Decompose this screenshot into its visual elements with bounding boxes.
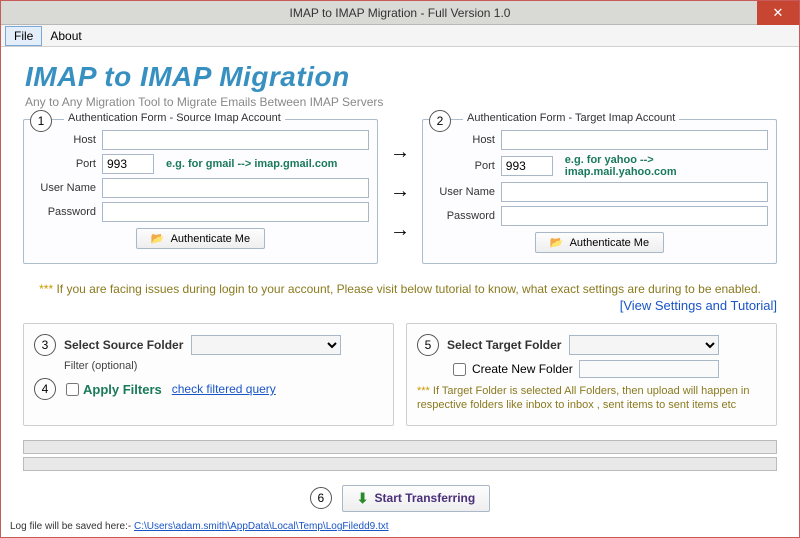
target-user-label: User Name <box>431 186 495 198</box>
target-auth-panel: 2 Authentication Form - Target Imap Acco… <box>422 119 777 264</box>
progress-bar-2 <box>23 457 777 471</box>
source-auth-button[interactable]: 📂 Authenticate Me <box>136 228 265 249</box>
app-title: IMAP to IMAP Migration <box>25 61 775 93</box>
download-icon: ⬇ <box>357 490 369 507</box>
create-folder-input[interactable] <box>579 360 719 378</box>
folder-icon: 📂 <box>151 232 165 245</box>
target-note: *** If Target Folder is selected All Fol… <box>417 384 766 413</box>
log-line: Log file will be saved here:- C:\Users\a… <box>2 517 397 536</box>
source-hint: e.g. for gmail --> imap.gmail.com <box>166 158 337 170</box>
target-host-input[interactable] <box>501 130 768 150</box>
progress-bar-1 <box>23 440 777 454</box>
source-host-input[interactable] <box>102 130 369 150</box>
issues-stars: *** <box>39 282 53 296</box>
step-badge-4: 4 <box>34 378 56 400</box>
source-port-input[interactable] <box>102 154 154 174</box>
tutorial-link[interactable]: [View Settings and Tutorial] <box>620 298 777 313</box>
issues-body: If you are facing issues during login to… <box>53 282 761 296</box>
target-hint: e.g. for yahoo --> imap.mail.yahoo.com <box>565 154 768 178</box>
target-note-stars: *** <box>417 385 430 397</box>
source-host-label: Host <box>32 134 96 146</box>
filter-title: Filter (optional) <box>64 360 383 372</box>
create-folder-checkbox[interactable] <box>453 363 466 376</box>
close-button[interactable]: ✕ <box>757 1 799 25</box>
start-transferring-button[interactable]: ⬇ Start Transferring <box>342 485 490 512</box>
window-title: IMAP to IMAP Migration - Full Version 1.… <box>1 6 799 20</box>
titlebar: IMAP to IMAP Migration - Full Version 1.… <box>1 1 799 25</box>
apply-filters-label: Apply Filters <box>83 382 162 397</box>
target-port-label: Port <box>431 160 495 172</box>
check-filtered-link[interactable]: check filtered query <box>172 382 276 396</box>
log-prefix: Log file will be saved here:- <box>10 521 134 532</box>
arrow-icon: → <box>390 219 410 242</box>
target-auth-label: Authenticate Me <box>570 237 650 249</box>
target-user-input[interactable] <box>501 182 768 202</box>
arrow-icon: → <box>390 141 410 164</box>
target-pass-label: Password <box>431 210 495 222</box>
target-legend: Authentication Form - Target Imap Accoun… <box>463 112 679 124</box>
source-port-label: Port <box>32 158 96 170</box>
folder-icon: 📂 <box>550 236 564 249</box>
log-path-link[interactable]: C:\Users\adam.smith\AppData\Local\Temp\L… <box>134 521 389 532</box>
apply-filters-input[interactable] <box>66 383 79 396</box>
source-legend: Authentication Form - Source Imap Accoun… <box>64 112 285 124</box>
target-folder-panel: 5 Select Target Folder Create New Folder… <box>406 323 777 426</box>
source-pass-label: Password <box>32 206 96 218</box>
step-badge-2: 2 <box>429 110 451 132</box>
source-pass-input[interactable] <box>102 202 369 222</box>
source-folder-panel: 3 Select Source Folder Filter (optional)… <box>23 323 394 426</box>
source-user-label: User Name <box>32 182 96 194</box>
header: IMAP to IMAP Migration Any to Any Migrat… <box>1 47 799 113</box>
progress-area <box>23 440 777 471</box>
target-auth-button[interactable]: 📂 Authenticate Me <box>535 232 664 253</box>
menubar: File About <box>1 25 799 47</box>
source-auth-panel: 1 Authentication Form - Source Imap Acco… <box>23 119 378 264</box>
source-folder-select[interactable] <box>191 335 341 355</box>
source-user-input[interactable] <box>102 178 369 198</box>
close-icon: ✕ <box>773 5 784 21</box>
apply-filters-checkbox[interactable]: Apply Filters <box>66 382 162 397</box>
arrow-icon: → <box>390 180 410 203</box>
create-folder-label: Create New Folder <box>472 362 573 376</box>
step-badge-5: 5 <box>417 334 439 356</box>
step-badge-3: 3 <box>34 334 56 356</box>
target-folder-select[interactable] <box>569 335 719 355</box>
step-badge-6: 6 <box>310 487 332 509</box>
app-subtitle: Any to Any Migration Tool to Migrate Ema… <box>25 95 775 109</box>
menu-about[interactable]: About <box>42 27 89 45</box>
target-host-label: Host <box>431 134 495 146</box>
menu-file[interactable]: File <box>5 26 42 46</box>
arrow-column: → → → <box>386 119 414 264</box>
source-auth-label: Authenticate Me <box>171 233 251 245</box>
start-label: Start Transferring <box>375 491 476 505</box>
target-folder-label: Select Target Folder <box>447 338 561 352</box>
target-port-input[interactable] <box>501 156 553 176</box>
issues-text: *** If you are facing issues during logi… <box>23 282 777 296</box>
step-badge-1: 1 <box>30 110 52 132</box>
target-note-body: If Target Folder is selected All Folders… <box>417 385 749 411</box>
source-folder-label: Select Source Folder <box>64 338 183 352</box>
target-pass-input[interactable] <box>501 206 768 226</box>
